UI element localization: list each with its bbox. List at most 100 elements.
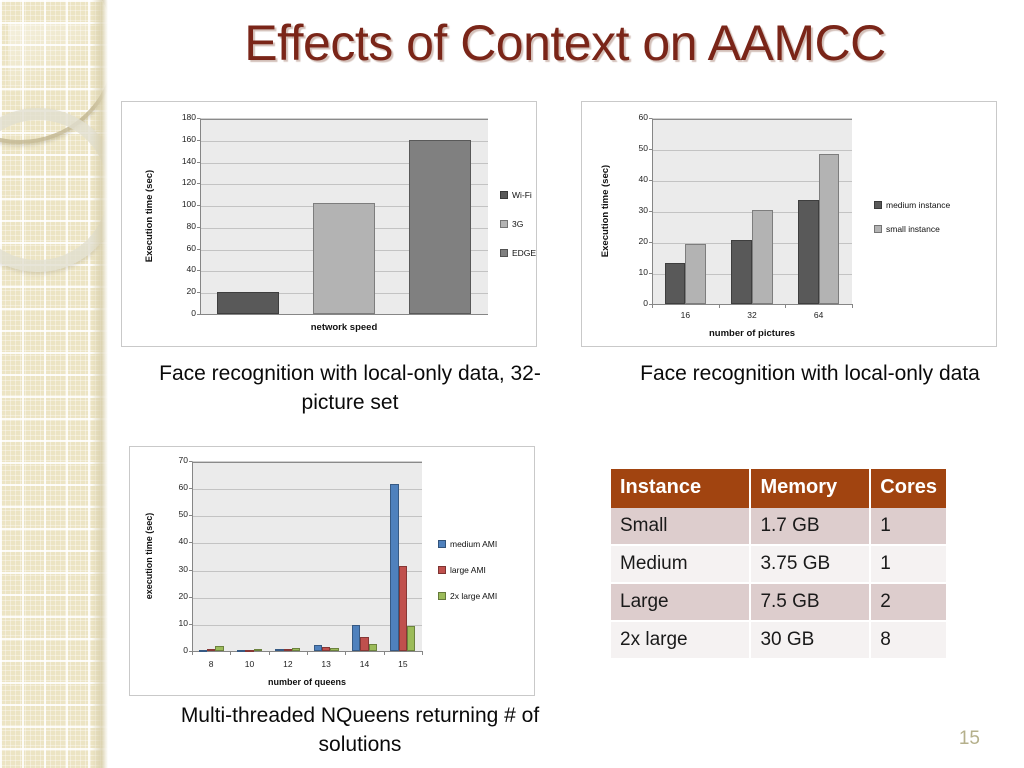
y-axis-tick-mark [649, 118, 652, 119]
y-axis-tick-mark [197, 227, 200, 228]
bar-large-ami-10 [245, 649, 254, 652]
x-axis-tick-mark [718, 304, 720, 308]
plot-area [192, 461, 422, 651]
y-axis-tick-label: 70 [178, 455, 188, 465]
x-axis-line [200, 314, 488, 315]
y-axis-tick-label: 60 [186, 242, 196, 253]
bar-medium-ami-14 [351, 625, 361, 651]
y-axis-tick-label: 50 [638, 143, 648, 153]
legend-swatch [438, 592, 446, 600]
y-axis-tick-label: 160 [181, 133, 196, 144]
gridline [193, 543, 422, 544]
bar-medium-instance-16 [664, 263, 686, 304]
bar-wi-fi [217, 291, 279, 314]
table-row: Large 7.5 GB 2 [611, 583, 946, 622]
y-axis-tick-label: 60 [638, 112, 648, 122]
legend-item: small instance [874, 224, 950, 234]
y-axis-tick-label: 20 [638, 236, 648, 246]
y-axis-tick-label: 180 [181, 112, 196, 122]
x-axis-tick-mark [307, 651, 308, 655]
table-body: Small 1.7 GB 1 Medium 3.75 GB 1 Large 7.5 GB 2 2x… [611, 508, 946, 660]
y-axis-tick-label: 80 [186, 220, 196, 231]
y-axis-tick-label: 40 [186, 264, 196, 275]
table-cell-memory: 7.5 GB [750, 583, 872, 622]
table-cell-memory: 3.75 GB [750, 545, 872, 584]
chart-3-container: 0 10 20 30 40 50 60 70 execution time (sec) 8 10 12… [129, 446, 535, 696]
y-axis-tick-label: 100 [181, 199, 196, 210]
legend-label: EDGE [512, 248, 537, 258]
bar-medium-ami-8 [198, 649, 207, 652]
bar-2x-large-ami-12 [292, 648, 301, 651]
y-axis-tick-mark [197, 292, 200, 293]
bar-medium-ami-15 [390, 484, 399, 651]
y-axis-tick-mark [197, 249, 200, 250]
x-axis-tick-label: 64 [813, 310, 824, 320]
y-axis-tick-label: 140 [181, 155, 196, 166]
bar-large-ami-13 [321, 646, 331, 651]
y-axis-tick-mark [649, 273, 652, 274]
table-cell-instance: 2x large [611, 621, 752, 660]
gridline [193, 598, 422, 599]
y-axis-tick-label: 40 [178, 536, 188, 547]
legend-item: 3G [500, 219, 536, 229]
x-axis-tick-mark [785, 304, 787, 308]
y-axis-tick-mark [197, 205, 200, 206]
table-cell-memory: 1.7 GB [750, 508, 872, 546]
bar-small-instance-64 [818, 153, 840, 304]
table-header-memory: Memory [750, 469, 872, 508]
legend-swatch [500, 191, 508, 199]
y-axis-tick-label: 10 [638, 267, 648, 277]
table-cell-memory: 30 GB [750, 621, 872, 660]
table-cell-cores: 1 [870, 545, 946, 584]
x-axis-title: number of pictures [708, 328, 796, 339]
chart-1-caption: Face recognition with local-only data, 3… [159, 362, 541, 414]
legend-label: medium AMI [450, 539, 498, 549]
chart-1-container: 0 20 40 60 80 100 120 140 160 180 Execution time (… [121, 101, 537, 347]
x-axis-title: number of queens [267, 677, 346, 687]
legend-item: Wi-Fi [500, 190, 536, 200]
y-axis-tick-label: 0 [643, 298, 648, 308]
legend-item: 2x large AMI [438, 591, 497, 601]
y-axis-tick-mark [197, 270, 200, 271]
pictures-instance-bar-chart: 0 10 20 30 40 50 60 Execution time (sec) 16 32 64 n… [582, 102, 996, 346]
x-axis-tick-mark [230, 651, 232, 655]
y-axis-tick-mark [189, 624, 192, 625]
legend-label: large AMI [450, 565, 486, 575]
y-axis-tick-label: 50 [178, 509, 188, 520]
y-axis-tick-mark [197, 118, 200, 119]
x-axis-tick-mark [383, 651, 385, 655]
x-axis-title: network speed [310, 322, 378, 333]
table-header-row: Instance Memory Cores [611, 469, 946, 508]
table-cell-instance: Small [611, 508, 752, 546]
legend-item: EDGE [500, 248, 536, 258]
bar-2x-large-ami-10 [253, 648, 263, 651]
y-axis-tick-mark [649, 149, 652, 150]
table-cell-instance: Medium [611, 545, 752, 584]
legend-label: 2x large AMI [450, 591, 498, 601]
table-header-instance: Instance [611, 469, 752, 508]
legend-swatch [500, 220, 508, 228]
y-axis-tick-mark [649, 242, 652, 243]
legend-swatch [438, 540, 446, 548]
gridline [201, 119, 488, 120]
bar-small-instance-32 [752, 210, 773, 304]
legend-item: large AMI [438, 565, 497, 575]
legend-label: Wi-Fi [512, 190, 532, 200]
chart-legend: Wi-Fi 3G EDGE [500, 190, 536, 277]
chart-legend: medium AMI large AMI 2x large AMI [438, 539, 497, 617]
y-axis-tick-mark [189, 515, 192, 516]
x-axis-tick-mark [652, 304, 653, 308]
decoration-fade-edge [92, 0, 108, 768]
x-axis-tick-mark [268, 651, 270, 655]
gridline [193, 571, 422, 572]
y-axis-tick-mark [649, 211, 652, 212]
y-axis-tick-mark [189, 570, 192, 571]
chart-3-caption: Multi-threaded NQueens returning # of so… [180, 704, 540, 756]
network-speed-bar-chart: 0 20 40 60 80 100 120 140 160 180 Execution time (… [122, 102, 536, 346]
x-axis-tick-mark [192, 651, 193, 655]
legend-label: 3G [512, 219, 524, 229]
instance-specs-table: Instance Memory Cores Small 1.7 GB 1 Medium… [611, 469, 946, 660]
legend-label: medium instance [886, 200, 951, 210]
nqueens-bar-chart: 0 10 20 30 40 50 60 70 execution time (sec) 8 10 12… [130, 447, 534, 695]
x-axis-tick-label: 32 [747, 310, 757, 320]
